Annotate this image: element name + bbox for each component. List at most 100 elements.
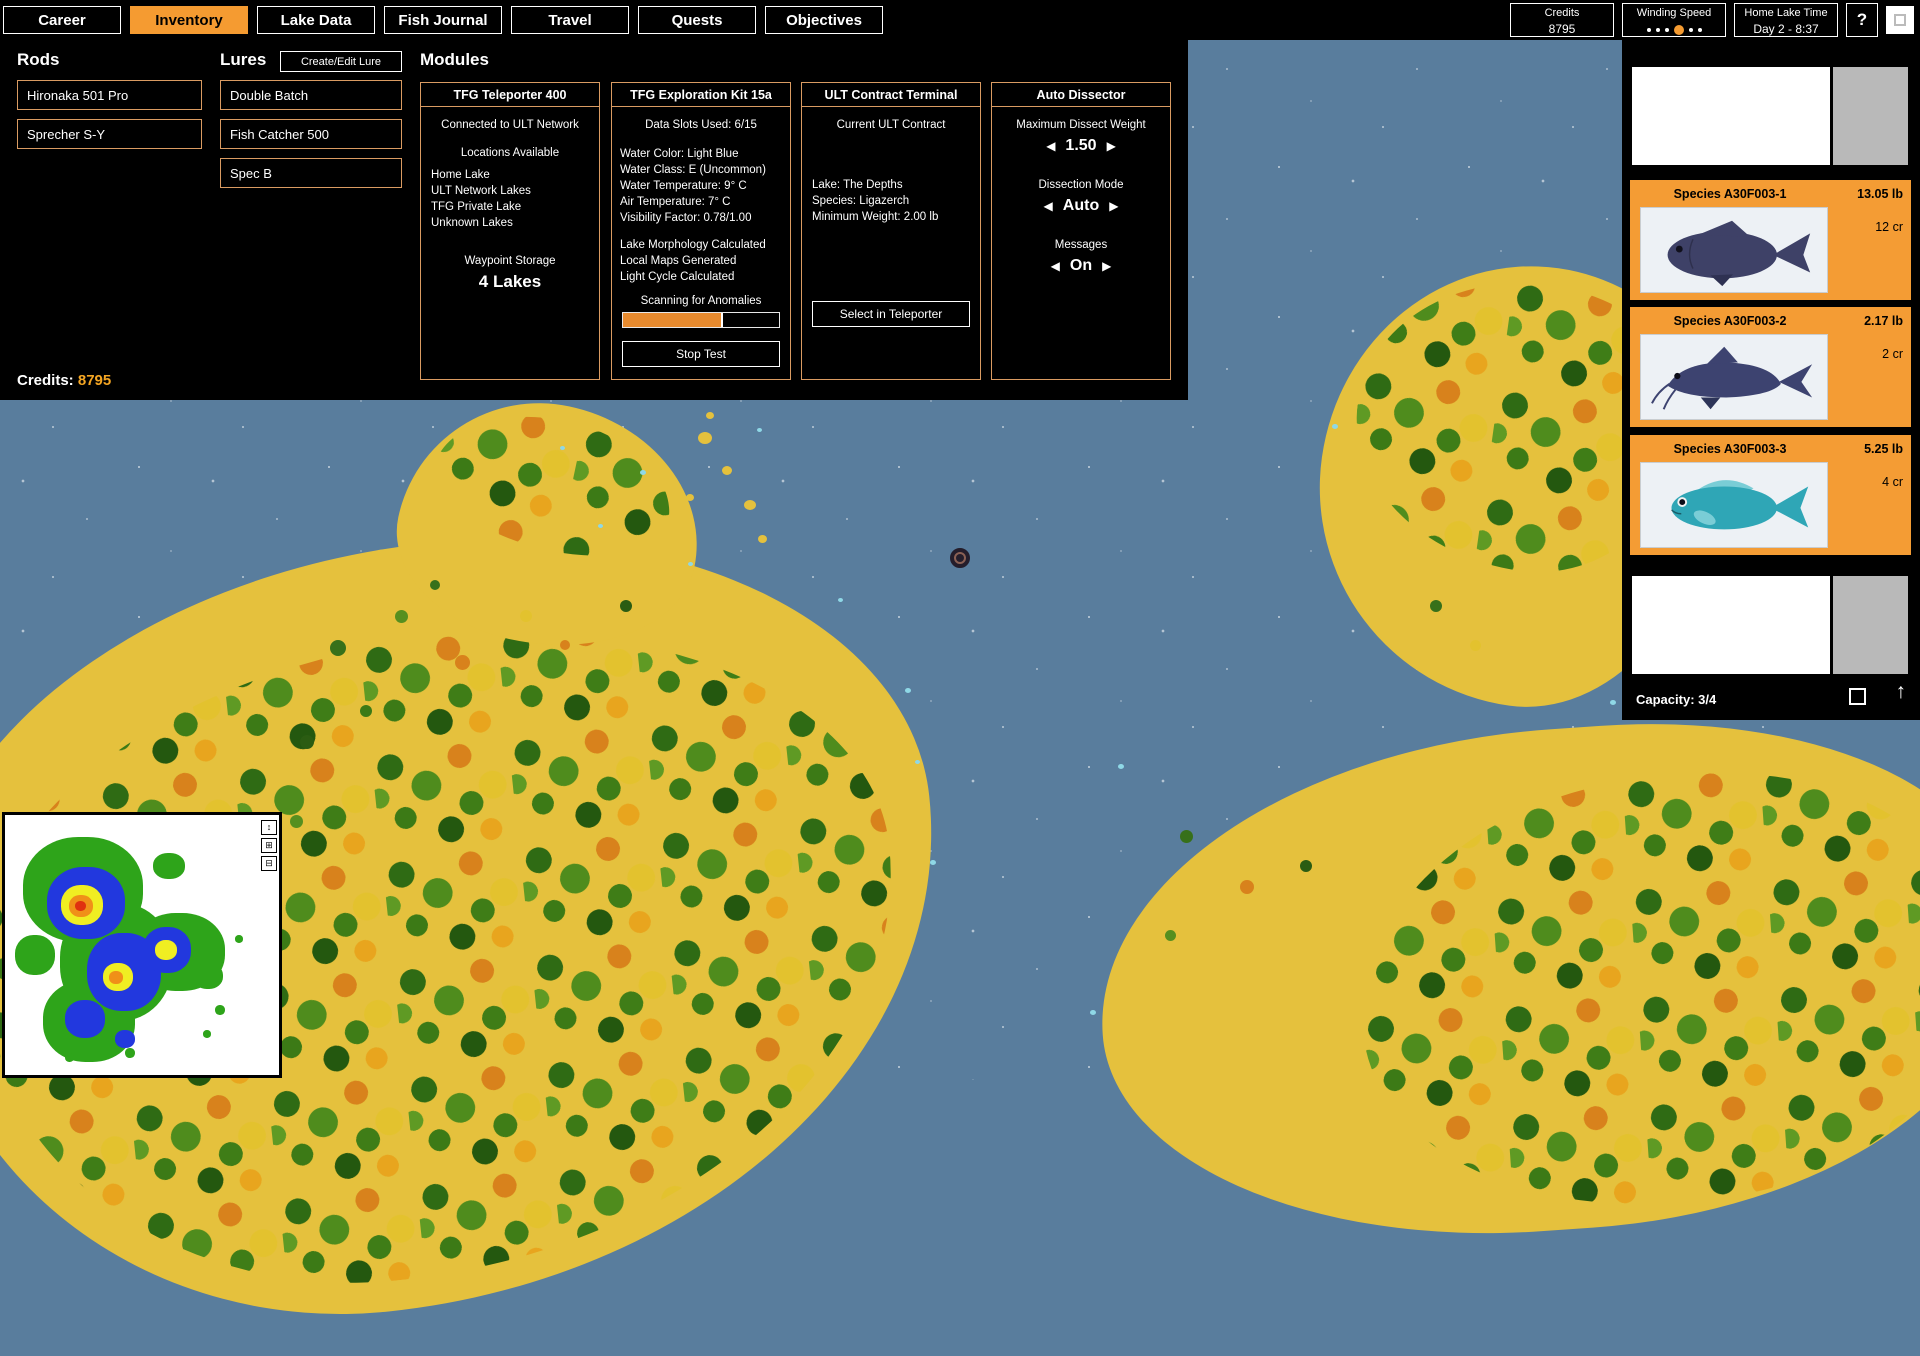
fish-credit-value: 12 cr	[1875, 220, 1903, 234]
fish-slot-gray-area	[1833, 67, 1908, 165]
dissection-mode-stepper: ◀ Auto ▶	[992, 197, 1170, 215]
slider-knob[interactable]	[1674, 25, 1684, 35]
arrow-right-icon[interactable]: ▶	[1109, 199, 1118, 213]
dissection-mode-label: Dissection Mode	[992, 179, 1170, 191]
reading-line: Water Color: Light Blue	[620, 146, 790, 162]
stop-square-icon[interactable]	[1849, 688, 1866, 705]
fish-image	[1640, 462, 1828, 548]
water-readings: Water Color: Light Blue Water Class: E (…	[620, 146, 790, 226]
modules-heading: Modules	[420, 50, 489, 70]
lure-item[interactable]: Spec B	[220, 158, 402, 188]
lures-heading: Lures	[220, 50, 266, 70]
top-menu-bar: Career Inventory Lake Data Fish Journal …	[0, 0, 1920, 40]
dissect-weight-label: Maximum Dissect Weight	[992, 119, 1170, 131]
scanning-label: Scanning for Anomalies	[612, 295, 790, 307]
module-title: TFG Teleporter 400	[421, 83, 599, 107]
messages-stepper: ◀ On ▶	[992, 257, 1170, 275]
arrow-left-icon[interactable]: ◀	[1046, 139, 1055, 153]
stop-test-button[interactable]: Stop Test	[622, 341, 780, 367]
fish-slot-empty[interactable]	[1632, 67, 1830, 165]
dissect-weight-value: 1.50	[1065, 137, 1096, 155]
lures-list: Double Batch Fish Catcher 500 Spec B	[220, 80, 402, 188]
winding-speed-slider[interactable]	[1631, 25, 1717, 35]
home-lake-time-value: Day 2 - 8:37	[1743, 21, 1829, 37]
minimap-zoom-icon[interactable]: ↕	[261, 820, 277, 835]
fish-slot[interactable]: Species A30F003-2 2.17 lb 2 cr	[1630, 307, 1911, 427]
credits-value: 8795	[1519, 21, 1605, 37]
location-line: Home Lake	[431, 167, 599, 183]
fish-slot-empty[interactable]	[1632, 576, 1830, 674]
rod-item[interactable]: Sprecher S-Y	[17, 119, 202, 149]
locations-list: Home Lake ULT Network Lakes TFG Private …	[431, 167, 599, 231]
location-line: Unknown Lakes	[431, 215, 599, 231]
fish-slot[interactable]: Species A30F003-3 5.25 lb 4 cr	[1630, 435, 1911, 555]
location-line: ULT Network Lakes	[431, 183, 599, 199]
fish-weight: 5.25 lb	[1864, 442, 1903, 456]
tab-travel[interactable]: Travel	[511, 6, 629, 34]
fish-species-label: Species A30F003-1	[1630, 187, 1830, 201]
fish-slot-gray-area	[1833, 576, 1908, 674]
lure-item[interactable]: Fish Catcher 500	[220, 119, 402, 149]
dissect-weight-stepper: ◀ 1.50 ▶	[992, 137, 1170, 155]
create-edit-lure-button[interactable]: Create/Edit Lure	[280, 51, 402, 72]
minimap-controls: ↕ ⊞ ⊟	[261, 820, 277, 871]
minimap-expand-icon[interactable]: ⊞	[261, 838, 277, 853]
contract-line: Minimum Weight: 2.00 lb	[812, 209, 980, 225]
contract-line: Species: Ligazerch	[812, 193, 980, 209]
arrow-left-icon[interactable]: ◀	[1044, 199, 1053, 213]
waypoint-storage-value: 4 Lakes	[421, 272, 599, 292]
rods-heading: Rods	[17, 50, 60, 70]
waypoint-storage-label: Waypoint Storage	[421, 255, 599, 267]
arrow-right-icon[interactable]: ▶	[1107, 139, 1116, 153]
fish-weight: 2.17 lb	[1864, 314, 1903, 328]
fish-illustration	[1641, 335, 1827, 419]
tab-career[interactable]: Career	[3, 6, 121, 34]
reading-line: Water Class: E (Uncommon)	[620, 162, 790, 178]
slider-dot	[1647, 28, 1651, 32]
data-slots-used: Data Slots Used: 6/15	[612, 119, 790, 131]
fish-species-label: Species A30F003-2	[1630, 314, 1830, 328]
tab-inventory[interactable]: Inventory	[130, 6, 248, 34]
slider-dot	[1698, 28, 1702, 32]
module-contract-terminal: ULT Contract Terminal Current ULT Contra…	[801, 82, 981, 380]
location-line: TFG Private Lake	[431, 199, 599, 215]
minimap-collapse-icon[interactable]: ⊟	[261, 856, 277, 871]
credits-label: Credits	[1519, 6, 1605, 21]
panel-toggle-button[interactable]	[1886, 6, 1914, 34]
fish-credit-value: 4 cr	[1882, 475, 1903, 489]
inventory-credits-value: 8795	[78, 372, 111, 389]
locations-title: Locations Available	[421, 147, 599, 159]
fish-image	[1640, 207, 1828, 293]
module-title: Auto Dissector	[992, 83, 1170, 107]
computed-line: Lake Morphology Calculated	[620, 237, 790, 253]
teleporter-status: Connected to ULT Network	[421, 119, 599, 131]
tab-objectives[interactable]: Objectives	[765, 6, 883, 34]
fish-illustration	[1641, 208, 1827, 292]
contract-line: Lake: The Depths	[812, 177, 980, 193]
contract-details: Lake: The Depths Species: Ligazerch Mini…	[812, 177, 980, 225]
arrow-right-icon[interactable]: ▶	[1102, 259, 1111, 273]
module-auto-dissector: Auto Dissector Maximum Dissect Weight ◀ …	[991, 82, 1171, 380]
rods-list: Hironaka 501 Pro Sprecher S-Y	[17, 80, 202, 149]
fish-illustration	[1641, 463, 1827, 547]
arrow-left-icon[interactable]: ◀	[1051, 259, 1060, 273]
fish-slot[interactable]: Species A30F003-1 13.05 lb 12 cr	[1630, 180, 1911, 300]
tab-lake-data[interactable]: Lake Data	[257, 6, 375, 34]
tab-fish-journal[interactable]: Fish Journal	[384, 6, 502, 34]
slider-dot	[1689, 28, 1693, 32]
rod-item[interactable]: Hironaka 501 Pro	[17, 80, 202, 110]
winding-speed-control[interactable]: Winding Speed	[1622, 3, 1726, 37]
home-lake-time-label: Home Lake Time	[1743, 6, 1829, 21]
minimap[interactable]: ↕ ⊞ ⊟	[2, 812, 282, 1078]
module-teleporter: TFG Teleporter 400 Connected to ULT Netw…	[420, 82, 600, 380]
tab-quests[interactable]: Quests	[638, 6, 756, 34]
bobber-marker	[950, 548, 970, 568]
inventory-credits: Credits: 8795	[17, 372, 111, 389]
select-in-teleporter-button[interactable]: Select in Teleporter	[812, 301, 970, 327]
lure-item[interactable]: Double Batch	[220, 80, 402, 110]
credits-display: Credits 8795	[1510, 3, 1614, 37]
collapse-arrow-icon[interactable]: ↑	[1896, 680, 1907, 704]
help-button[interactable]: ?	[1846, 3, 1878, 37]
module-title: TFG Exploration Kit 15a	[612, 83, 790, 107]
inventory-panel: Rods Hironaka 501 Pro Sprecher S-Y Lures…	[0, 40, 1188, 400]
